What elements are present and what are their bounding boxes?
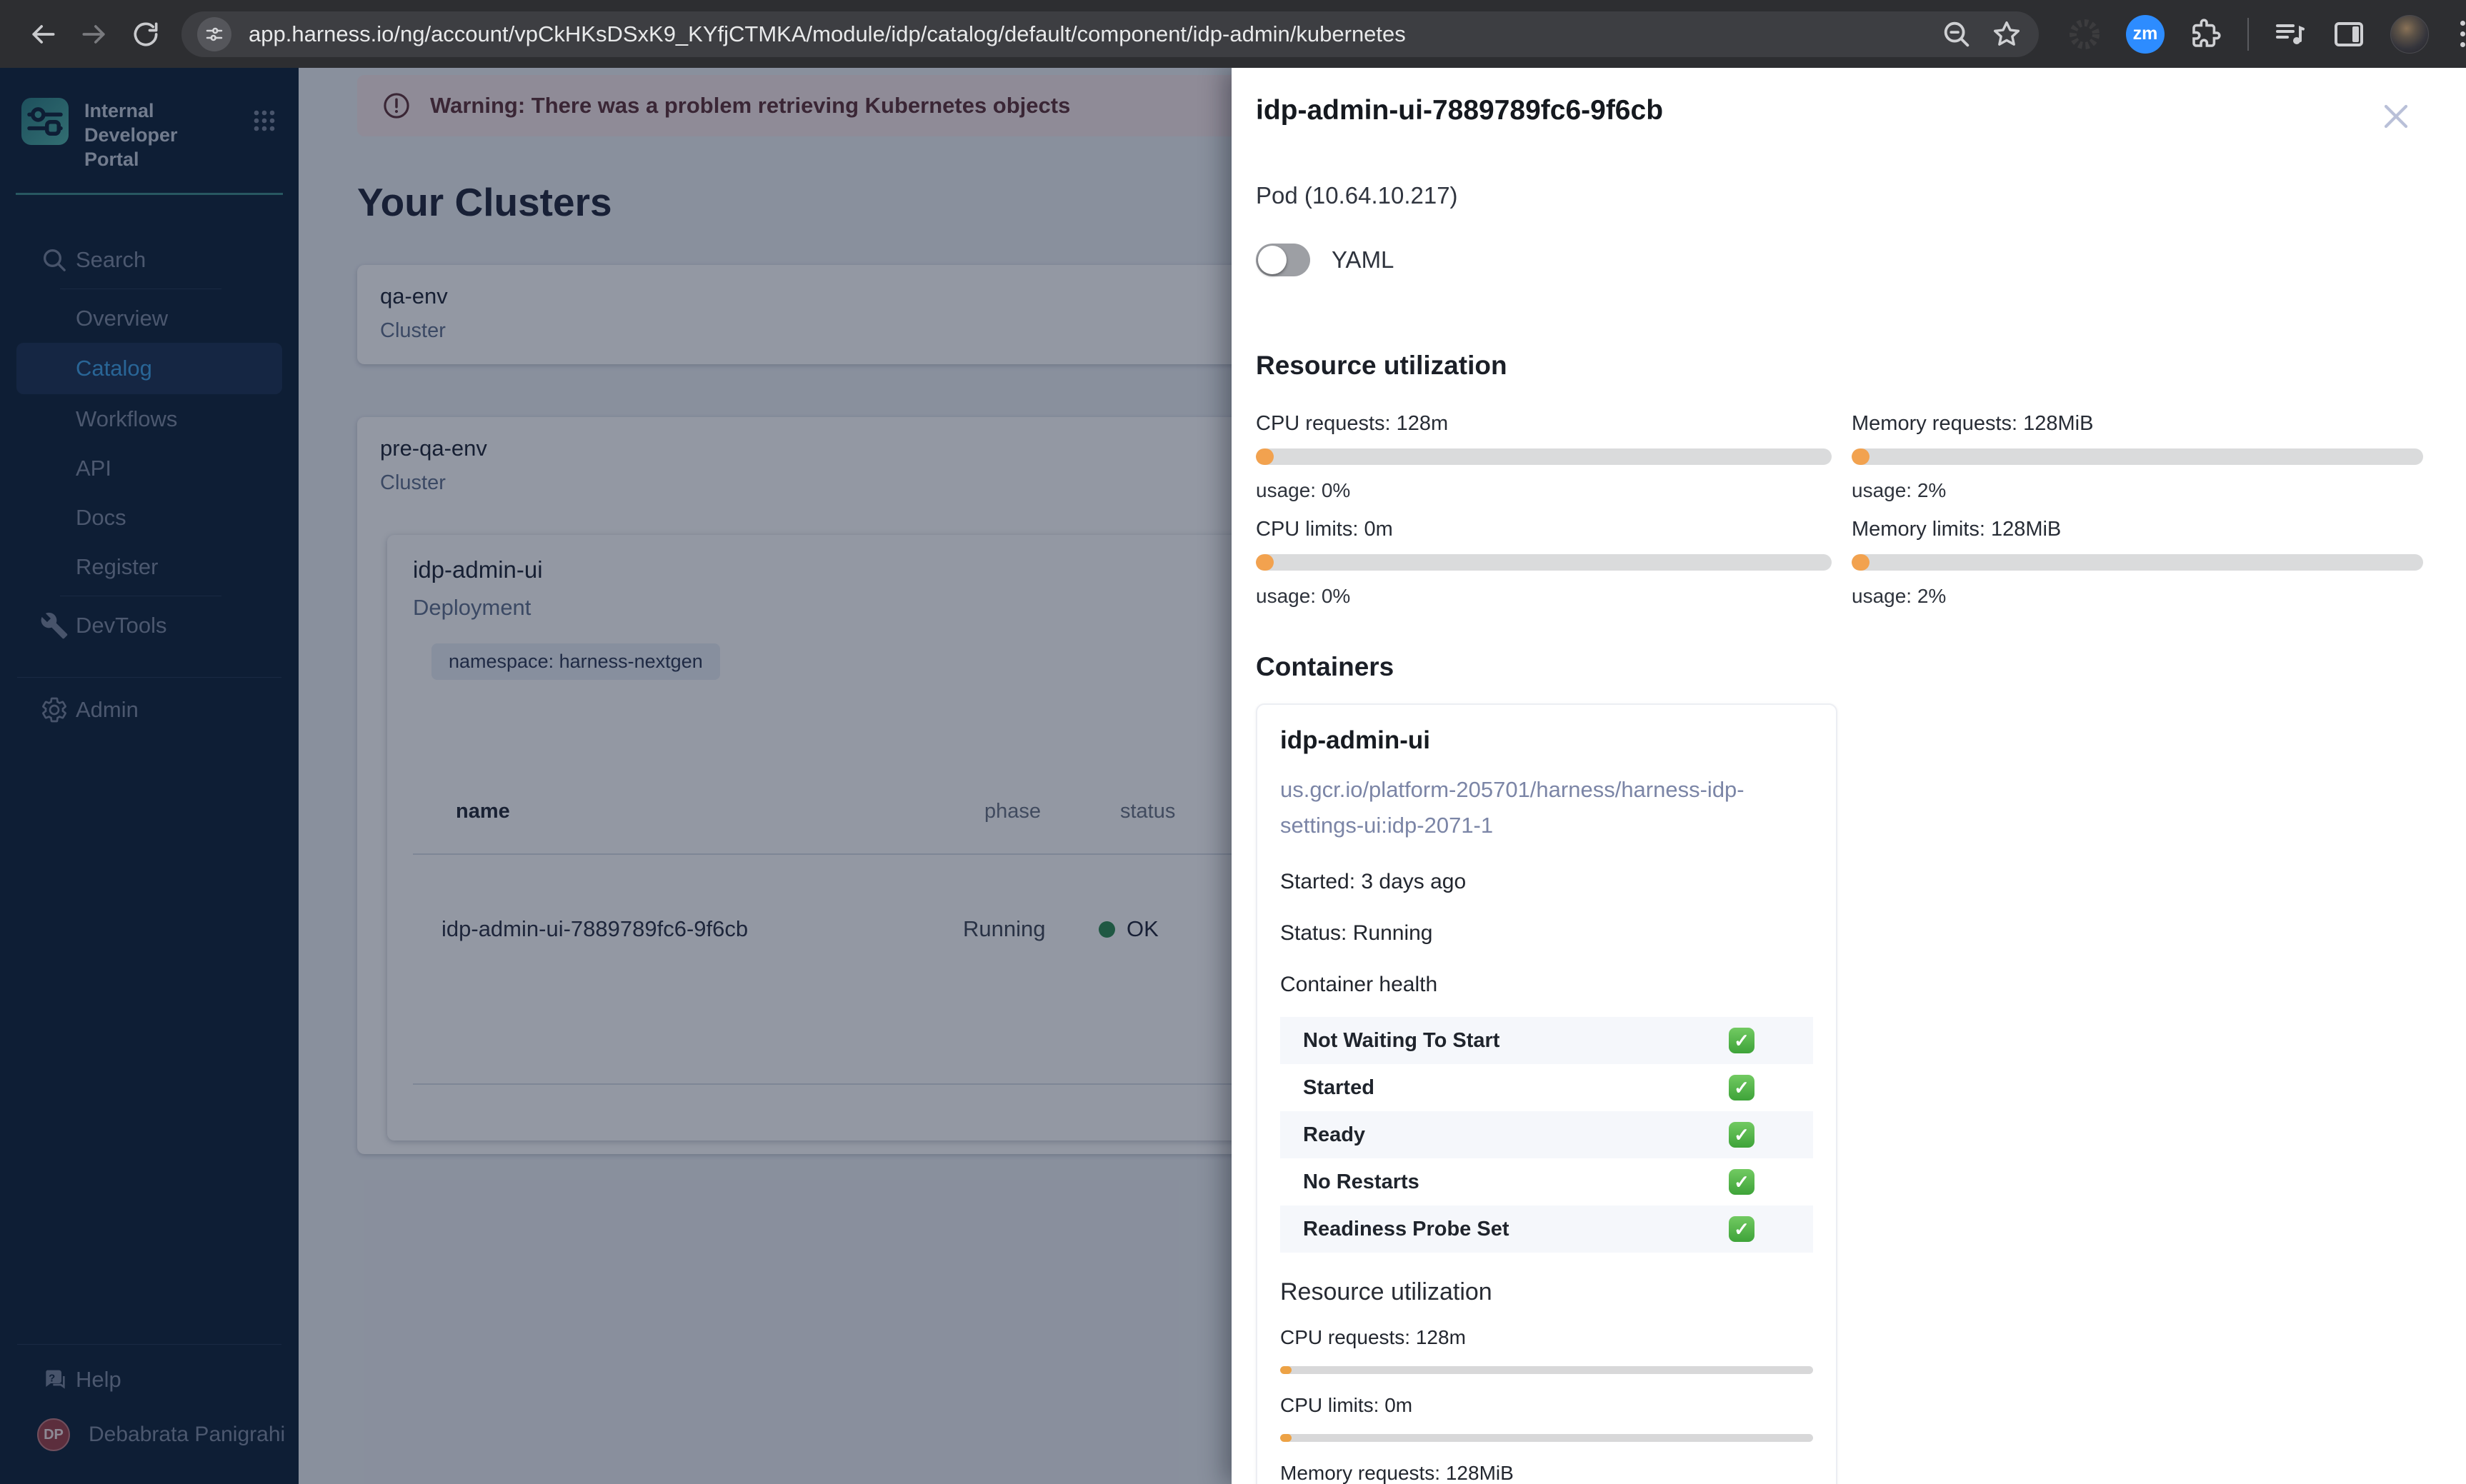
check-icon: ✓ <box>1729 1216 1754 1243</box>
progress-bar <box>1256 448 1832 465</box>
yaml-toggle-label: YAML <box>1332 246 1394 273</box>
url-text[interactable]: app.harness.io/ng/account/vpCkHKsDSxK9_K… <box>249 21 1923 47</box>
container-card: idp-admin-ui us.gcr.io/platform-205701/h… <box>1256 703 1837 1484</box>
check-icon: ✓ <box>1729 1028 1754 1054</box>
progress-bar <box>1852 448 2423 465</box>
meter-cpu-limits: CPU limits: 0m usage: 0% <box>1256 518 1832 623</box>
browser-reload-button[interactable] <box>120 9 171 60</box>
browser-extensions-area: zm <box>2067 14 2466 54</box>
meter-cpu-requests: CPU requests: 128m usage: 0% <box>1256 412 1832 518</box>
progress-bar <box>1280 1434 1813 1443</box>
pod-subtitle: Pod (10.64.10.217) <box>1256 182 1458 209</box>
container-health-heading: Container health <box>1280 973 1438 997</box>
extensions-puzzle-icon[interactable] <box>2189 17 2223 51</box>
progress-bar <box>1852 554 2423 571</box>
health-row: Started ✓ <box>1280 1064 1813 1111</box>
container-meter-memory-requests: Memory requests: 128MiB <box>1280 1462 1514 1484</box>
check-icon: ✓ <box>1729 1075 1754 1101</box>
modal-backdrop[interactable] <box>0 68 1232 1484</box>
container-started: Started: 3 days ago <box>1280 870 1467 894</box>
browser-back-button[interactable] <box>17 9 69 60</box>
check-icon: ✓ <box>1729 1122 1754 1148</box>
container-status: Status: Running <box>1280 921 1433 946</box>
resource-utilization-heading: Resource utilization <box>1256 351 1507 380</box>
media-playlist-icon[interactable] <box>2273 17 2307 51</box>
container-name: idp-admin-ui <box>1280 726 1430 754</box>
site-settings-icon[interactable] <box>197 16 231 51</box>
yaml-toggle-row: YAML <box>1256 244 2423 276</box>
toolbar-separator <box>2247 17 2249 51</box>
container-health-list: Not Waiting To Start ✓ Started ✓ Ready ✓… <box>1280 1017 1813 1253</box>
browser-toolbar: app.harness.io/ng/account/vpCkHKsDSxK9_K… <box>0 0 2466 68</box>
browser-forward-button[interactable] <box>69 9 120 60</box>
address-bar[interactable]: app.harness.io/ng/account/vpCkHKsDSxK9_K… <box>181 11 2039 57</box>
meter-memory-limits: Memory limits: 128MiB usage: 2% <box>1852 518 2423 623</box>
back-arrow-icon <box>32 24 55 44</box>
forward-arrow-icon <box>82 24 105 44</box>
progress-bar <box>1256 554 1832 571</box>
container-meter-cpu-requests: CPU requests: 128m <box>1280 1326 1813 1375</box>
zoom-search-icon[interactable] <box>1940 18 1973 51</box>
container-resource-utilization-heading: Resource utilization <box>1280 1278 1492 1306</box>
health-row: Not Waiting To Start ✓ <box>1280 1017 1813 1065</box>
side-panel-icon[interactable] <box>2332 17 2366 51</box>
toggle-knob <box>1258 246 1287 274</box>
zoom-extension-icon[interactable]: zm <box>2126 14 2165 54</box>
resource-utilization-grid: CPU requests: 128m usage: 0% Memory requ… <box>1256 412 2423 623</box>
close-icon[interactable] <box>2376 96 2416 136</box>
check-icon: ✓ <box>1729 1169 1754 1195</box>
health-row: Ready ✓ <box>1280 1111 1813 1159</box>
containers-heading: Containers <box>1256 652 1394 681</box>
drawer-header: idp-admin-ui-7889789fc6-9f6cb <box>1256 95 2423 136</box>
health-row: No Restarts ✓ <box>1280 1158 1813 1205</box>
yaml-toggle-switch[interactable] <box>1256 244 1310 276</box>
container-image: us.gcr.io/platform-205701/harness/harnes… <box>1280 777 1744 838</box>
reload-icon <box>134 22 158 46</box>
spinner-extension-icon[interactable] <box>2067 17 2102 51</box>
bookmark-star-icon[interactable] <box>1990 18 2023 51</box>
progress-bar <box>1280 1366 1813 1375</box>
pod-details-drawer: idp-admin-ui-7889789fc6-9f6cb Pod (10.64… <box>1232 68 2466 1484</box>
browser-menu-kebab-icon[interactable] <box>2453 21 2466 47</box>
drawer-title: idp-admin-ui-7889789fc6-9f6cb <box>1256 95 1664 126</box>
meter-memory-requests: Memory requests: 128MiB usage: 2% <box>1852 412 2423 518</box>
container-meter-cpu-limits: CPU limits: 0m <box>1280 1394 1813 1443</box>
health-row: Readiness Probe Set ✓ <box>1280 1205 1813 1253</box>
browser-profile-avatar[interactable] <box>2390 14 2429 54</box>
